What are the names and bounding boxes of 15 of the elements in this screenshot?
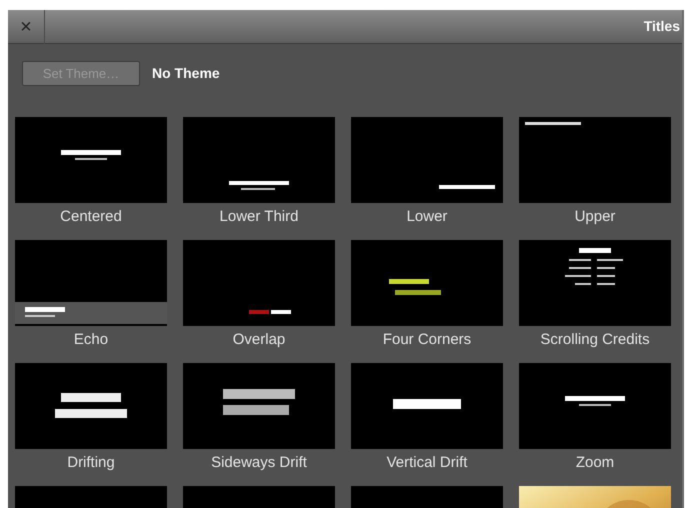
title-style-label: Echo bbox=[74, 331, 108, 349]
title-style-label: Four Corners bbox=[382, 331, 472, 349]
theme-label: No Theme bbox=[152, 64, 220, 83]
title-style-label: Drifting bbox=[67, 454, 115, 472]
title-style-label: Vertical Drift bbox=[386, 454, 468, 472]
window-title: Titles bbox=[644, 17, 681, 36]
close-button[interactable]: × bbox=[8, 10, 45, 44]
title-style-label: Overlap bbox=[232, 331, 286, 349]
title-style-label: Zoom bbox=[576, 454, 614, 472]
title-style-label: Scrolling Credits bbox=[540, 331, 650, 349]
title-style-label: Lower Third bbox=[220, 208, 298, 226]
title-style-label: Centered bbox=[60, 208, 122, 226]
title-style-label: Upper bbox=[574, 208, 616, 226]
title-style-label: Lower bbox=[406, 208, 448, 226]
title-style-label: Sideways Drift bbox=[211, 454, 307, 472]
